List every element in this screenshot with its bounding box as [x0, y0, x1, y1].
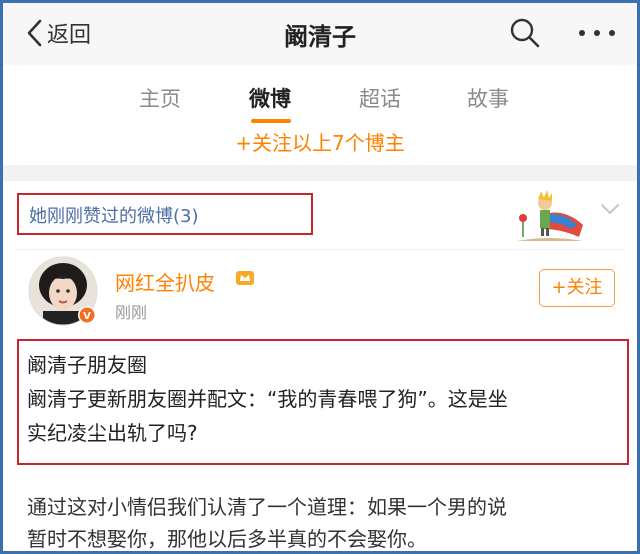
top-nav-bar: 返回 阚清子: [3, 3, 637, 65]
active-tab-indicator: [251, 119, 291, 123]
tab-stories[interactable]: 故事: [467, 83, 509, 113]
section-divider: [3, 165, 637, 181]
back-button[interactable]: 返回: [25, 15, 91, 51]
back-chevron-icon: [27, 19, 42, 47]
svg-text:V: V: [83, 311, 91, 322]
post-body-line: 暂时不想娶你，那他以后多半真的不会娶你。: [27, 527, 427, 551]
avatar[interactable]: V: [27, 255, 99, 327]
liked-weibo-label[interactable]: 她刚刚赞过的微博(3): [29, 202, 199, 228]
post-body-line: 通过这对小情侣我们认清了一个道理：如果一个男的说: [27, 495, 507, 519]
follow-all-button[interactable]: +关注以上7个博主: [3, 127, 637, 165]
post-text-line: 阚清子更新朋友圈并配文：“我的青春喂了狗”。这是坐: [27, 387, 508, 411]
author-name[interactable]: 网红全扒皮: [115, 267, 215, 296]
liked-weibo-header: 她刚刚赞过的微博(3): [3, 181, 637, 247]
post-timestamp: 刚刚: [115, 303, 148, 322]
profile-tabs: 主页 微博 超话 故事: [3, 65, 637, 127]
member-crown-icon: [236, 271, 254, 285]
back-label: 返回: [47, 23, 92, 48]
post-text-line: 阚清子朋友圈: [27, 353, 147, 377]
tab-super-topic[interactable]: 超话: [359, 83, 401, 113]
screenshot-frame: 返回 阚清子 主页 微博 超话 故事 +关注以上7个博主 她刚刚赞过的微博(3): [0, 0, 640, 554]
header-divider: [17, 249, 623, 250]
chevron-down-icon[interactable]: [599, 201, 621, 217]
tab-weibo[interactable]: 微博: [249, 83, 291, 113]
search-icon[interactable]: [507, 15, 543, 51]
more-icon[interactable]: [575, 25, 619, 41]
follow-author-button[interactable]: +关注: [539, 269, 615, 307]
little-prince-illustration-icon: [517, 190, 583, 241]
post-text-line: 实纪凌尘出轨了吗?: [27, 421, 198, 445]
tab-home[interactable]: 主页: [139, 83, 181, 113]
